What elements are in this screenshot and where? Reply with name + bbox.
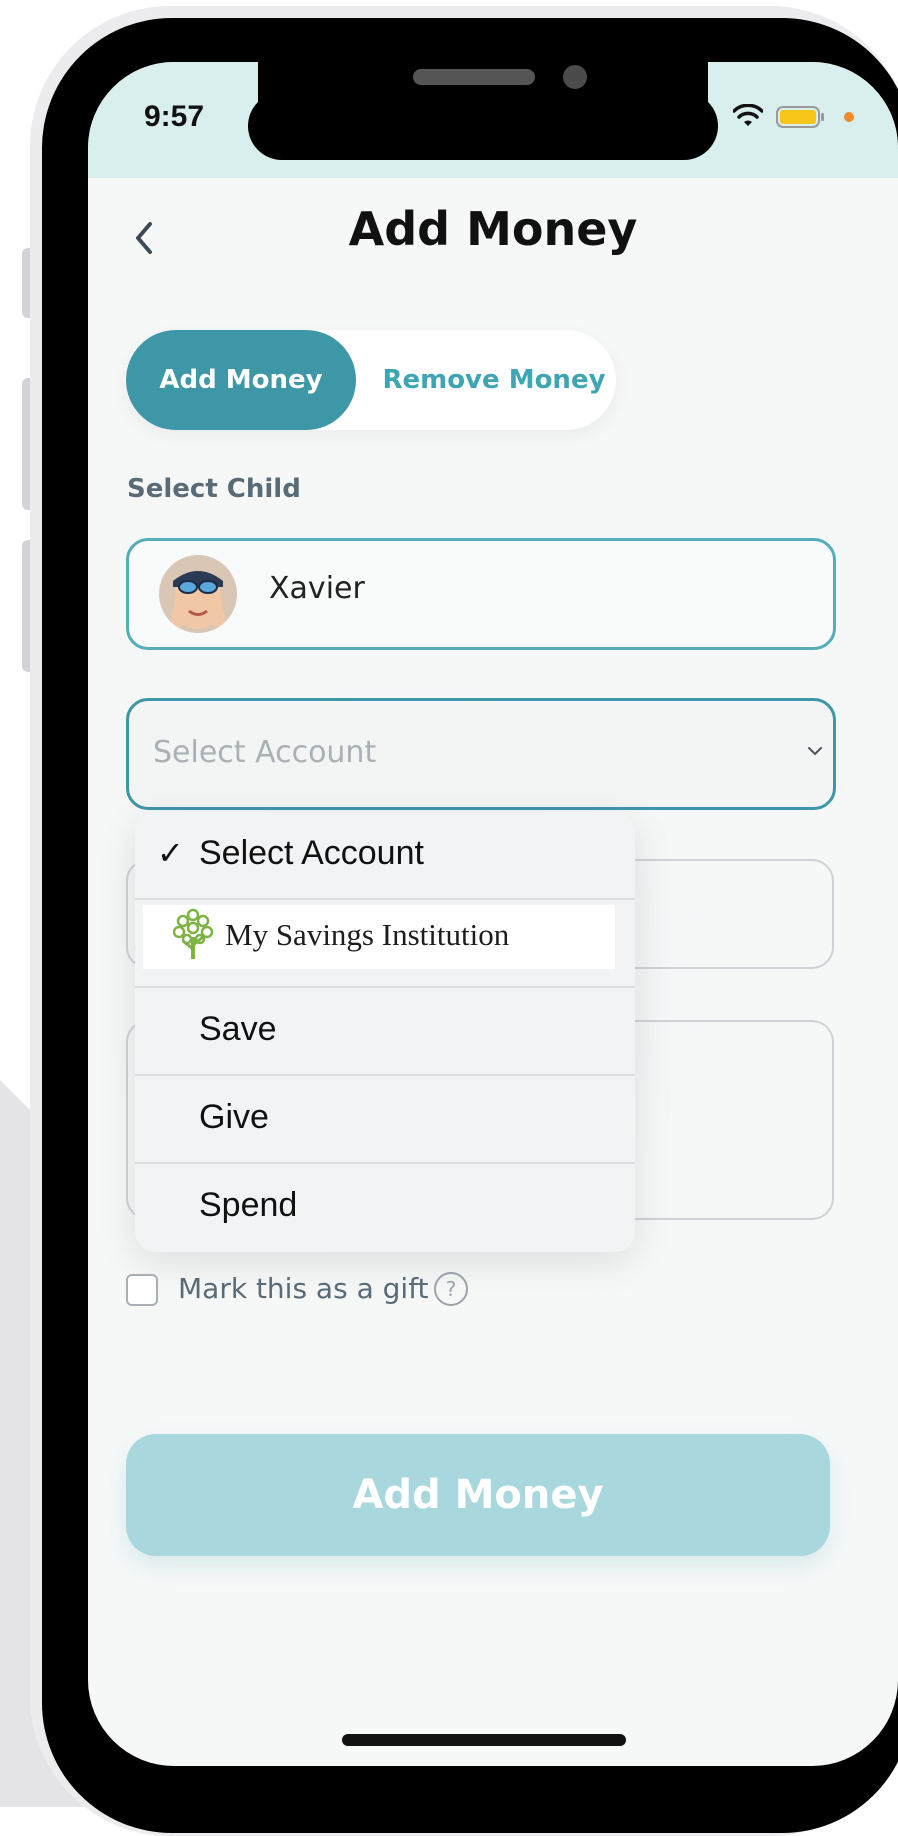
help-icon[interactable]: ?: [434, 1272, 468, 1306]
add-money-button[interactable]: Add Money: [126, 1434, 830, 1556]
account-select-placeholder: Select Account: [153, 735, 377, 770]
dropdown-option-label: Give: [199, 1098, 269, 1136]
account-dropdown-menu: ✓ Select Account My Savings Institution: [135, 812, 635, 1252]
gift-checkbox[interactable]: [126, 1274, 158, 1306]
dropdown-option-label: Save: [199, 1010, 277, 1048]
camera: [563, 65, 587, 89]
avatar: [159, 555, 237, 633]
gift-label: Mark this as a gift: [178, 1272, 429, 1305]
status-time: 9:57: [144, 100, 205, 133]
dropdown-option-my-savings-institution[interactable]: My Savings Institution: [143, 905, 615, 969]
status-bar: 9:57 ✆ 04m: [88, 62, 898, 178]
notch: [258, 62, 708, 152]
child-name: Xavier: [269, 571, 365, 606]
dropdown-option-spend[interactable]: Spend: [135, 1164, 635, 1250]
page-title: Add Money: [348, 202, 638, 256]
dropdown-option-select-account[interactable]: ✓ Select Account: [135, 812, 635, 900]
dropdown-option-save[interactable]: Save: [135, 988, 635, 1076]
dropdown-group-header: My Savings Institution: [135, 900, 635, 988]
tab-remove-money[interactable]: Remove Money: [374, 330, 614, 430]
privacy-indicator-icon: [844, 112, 854, 122]
child-selector[interactable]: Xavier: [126, 538, 836, 650]
mode-segmented-control: Add Money Remove Money: [126, 330, 616, 430]
select-child-label: Select Child: [127, 474, 301, 504]
chevron-down-icon: [808, 747, 822, 756]
dropdown-option-label: Spend: [199, 1186, 298, 1224]
phone-screen: 9:57 ✆ 04m Add Money Add Money Remove Mo…: [88, 62, 898, 1766]
tree-logo-icon: [173, 908, 213, 959]
wifi-icon: [733, 104, 763, 126]
tab-add-money[interactable]: Add Money: [126, 330, 356, 430]
account-select[interactable]: Select Account: [126, 698, 836, 810]
dropdown-option-label: Select Account: [199, 834, 424, 872]
home-indicator: [342, 1734, 626, 1746]
brand-name: My Savings Institution: [225, 917, 510, 952]
battery-icon: [776, 106, 824, 128]
dropdown-option-give[interactable]: Give: [135, 1076, 635, 1164]
speaker: [413, 69, 535, 85]
checkmark-icon: ✓: [157, 834, 184, 872]
